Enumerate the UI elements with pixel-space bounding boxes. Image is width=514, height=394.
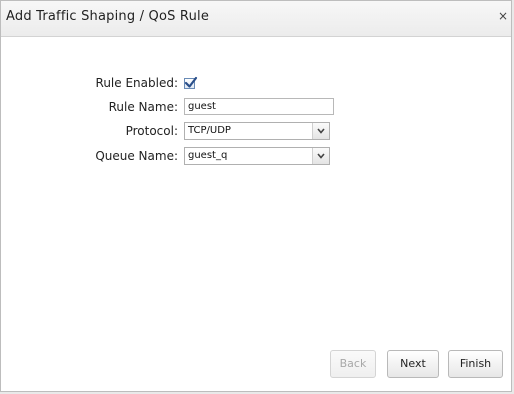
back-button[interactable]: Back bbox=[330, 350, 376, 378]
rule-enabled-checkbox[interactable] bbox=[184, 76, 198, 89]
queue-name-label: Queue Name: bbox=[95, 149, 178, 163]
qos-rule-dialog: Add Traffic Shaping / QoS Rule × Rule En… bbox=[0, 0, 512, 392]
queue-name-selected-value: guest_q bbox=[188, 150, 228, 161]
finish-button[interactable]: Finish bbox=[448, 350, 503, 378]
rule-enabled-label: Rule Enabled: bbox=[95, 76, 178, 90]
close-icon[interactable]: × bbox=[497, 8, 509, 24]
dialog-titlebar: Add Traffic Shaping / QoS Rule × bbox=[1, 1, 511, 37]
protocol-label: Protocol: bbox=[125, 124, 178, 138]
chevron-down-icon bbox=[317, 128, 325, 134]
next-button[interactable]: Next bbox=[387, 350, 439, 378]
protocol-select[interactable]: TCP/UDP bbox=[184, 122, 330, 140]
rule-name-label: Rule Name: bbox=[108, 100, 178, 114]
protocol-dropdown-button[interactable] bbox=[312, 123, 329, 139]
queue-name-dropdown-button[interactable] bbox=[312, 148, 329, 164]
rule-name-input[interactable]: guest bbox=[184, 98, 334, 115]
protocol-selected-value: TCP/UDP bbox=[188, 125, 231, 136]
checkmark-icon bbox=[184, 76, 198, 88]
chevron-down-icon bbox=[317, 153, 325, 159]
queue-name-select[interactable]: guest_q bbox=[184, 147, 330, 165]
dialog-title: Add Traffic Shaping / QoS Rule bbox=[6, 9, 210, 24]
